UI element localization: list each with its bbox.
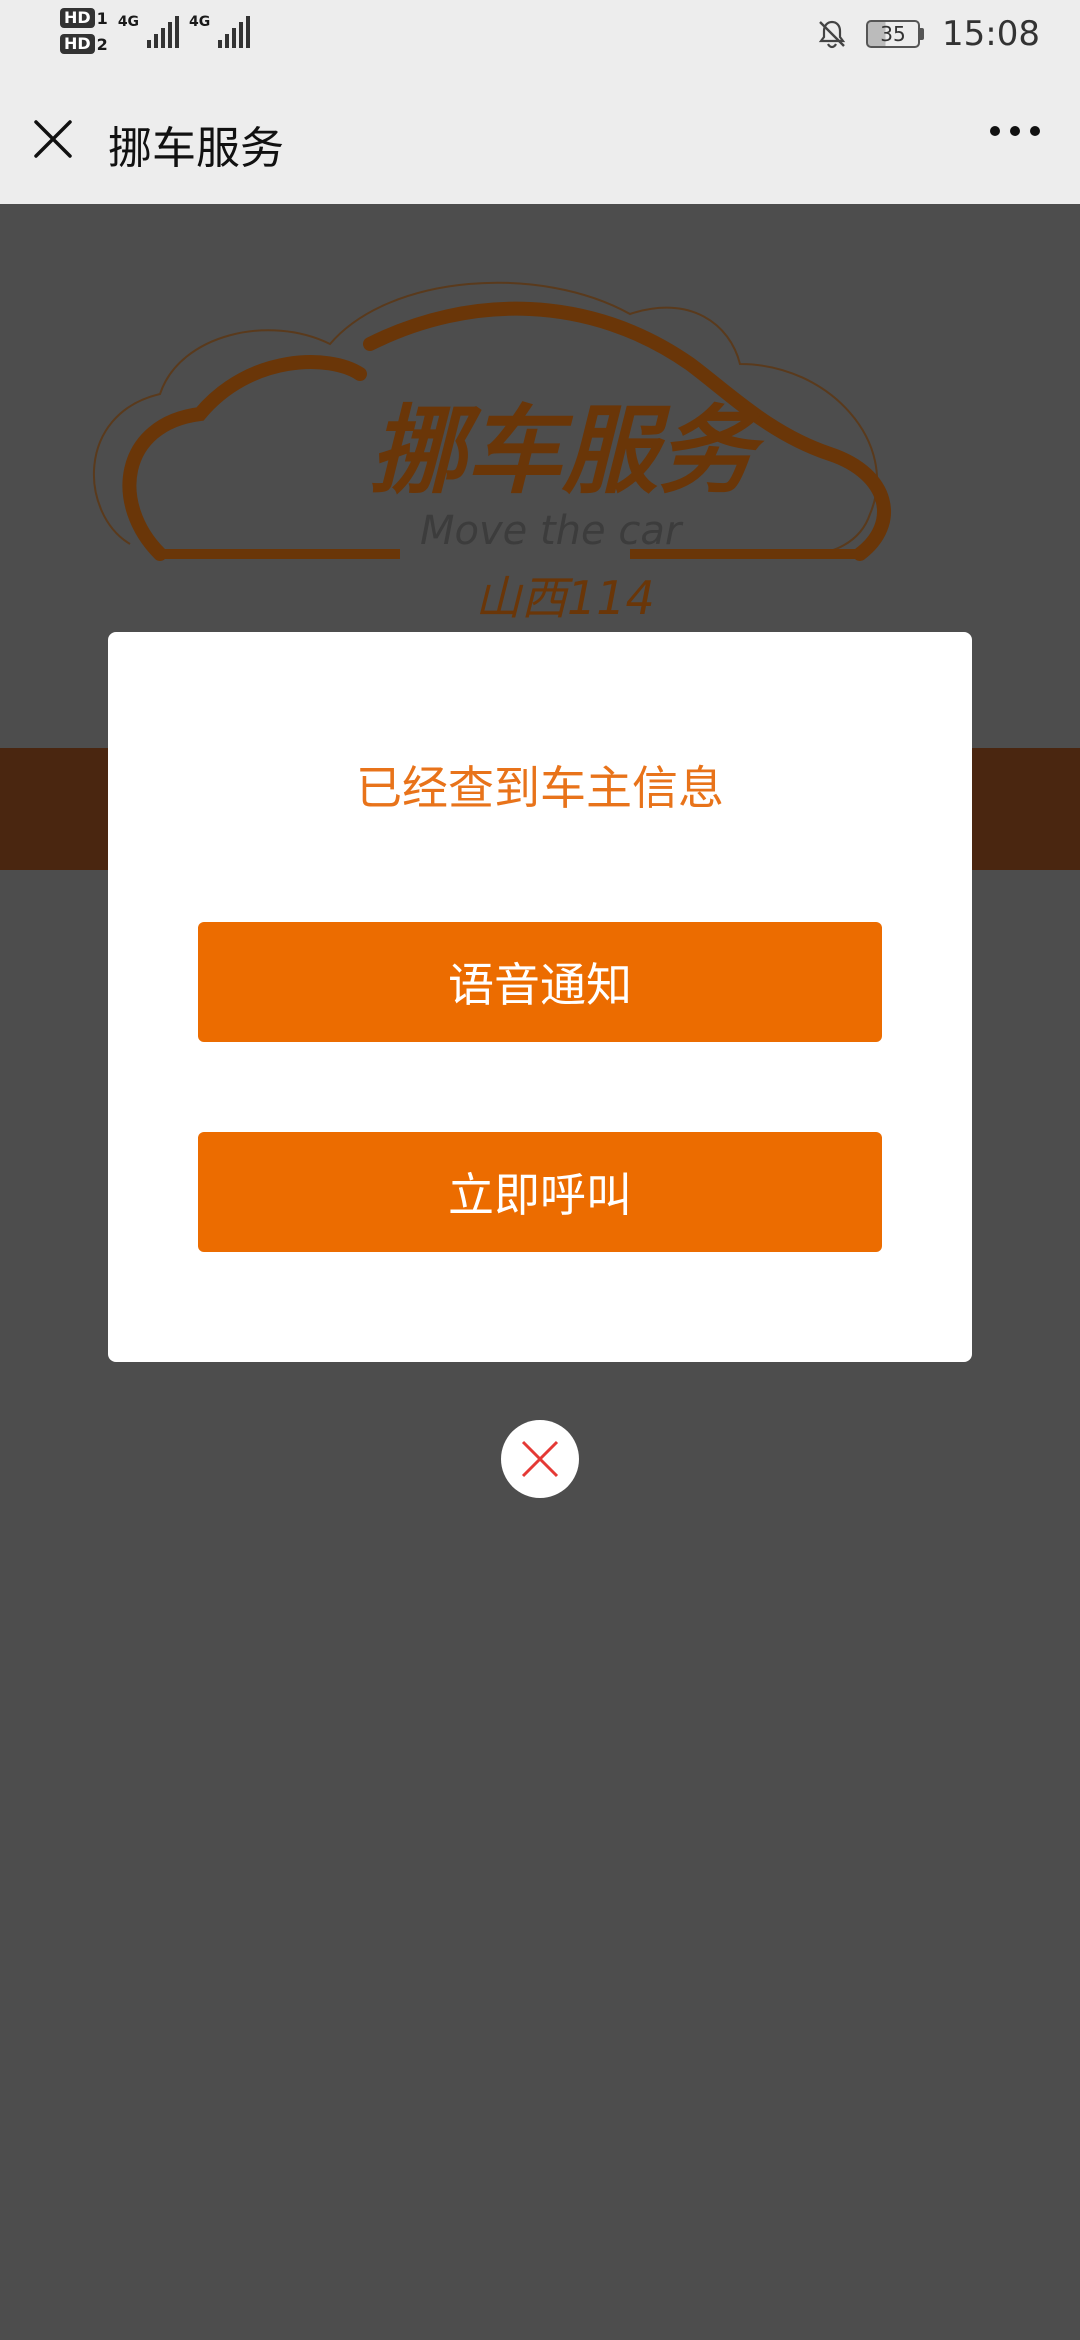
status-left: HD 1 HD 2 4G 4G xyxy=(60,8,251,54)
hd-indicators: HD 1 HD 2 xyxy=(60,8,108,54)
more-icon[interactable] xyxy=(990,126,1040,136)
clock: 15:08 xyxy=(942,14,1040,54)
battery-indicator: 35 xyxy=(866,20,925,48)
voice-notify-button[interactable]: 语音通知 xyxy=(198,922,882,1042)
owner-found-dialog: 已经查到车主信息 语音通知 立即呼叫 xyxy=(108,632,972,1362)
close-icon[interactable] xyxy=(30,116,76,162)
dismiss-x-icon xyxy=(521,1440,559,1478)
title-bar: 挪车服务 xyxy=(0,72,1080,204)
signal-1: 4G xyxy=(118,14,180,48)
svg-text:挪车服务: 挪车服务 xyxy=(370,395,765,507)
status-right: 35 15:08 xyxy=(816,14,1040,54)
dialog-message: 已经查到车主信息 xyxy=(356,761,724,815)
signal-bars-icon xyxy=(218,14,251,48)
call-now-button[interactable]: 立即呼叫 xyxy=(198,1132,882,1252)
dismiss-button[interactable] xyxy=(501,1420,579,1498)
svg-text:Move the car: Move the car xyxy=(420,508,684,554)
svg-text:山西114: 山西114 xyxy=(475,571,655,625)
move-car-logo: 挪车服务 Move the car 山西114 xyxy=(92,281,891,625)
battery-icon: 35 xyxy=(866,20,921,48)
bell-muted-icon xyxy=(818,20,846,49)
hd1-indicator: HD 1 xyxy=(60,8,108,28)
signal-2: 4G xyxy=(189,14,251,48)
page-title: 挪车服务 xyxy=(108,123,284,174)
signal-bars-icon xyxy=(147,14,180,48)
status-bar: HD 1 HD 2 4G 4G 35 15:08 xyxy=(0,0,1080,72)
hd2-indicator: HD 2 xyxy=(60,34,108,54)
